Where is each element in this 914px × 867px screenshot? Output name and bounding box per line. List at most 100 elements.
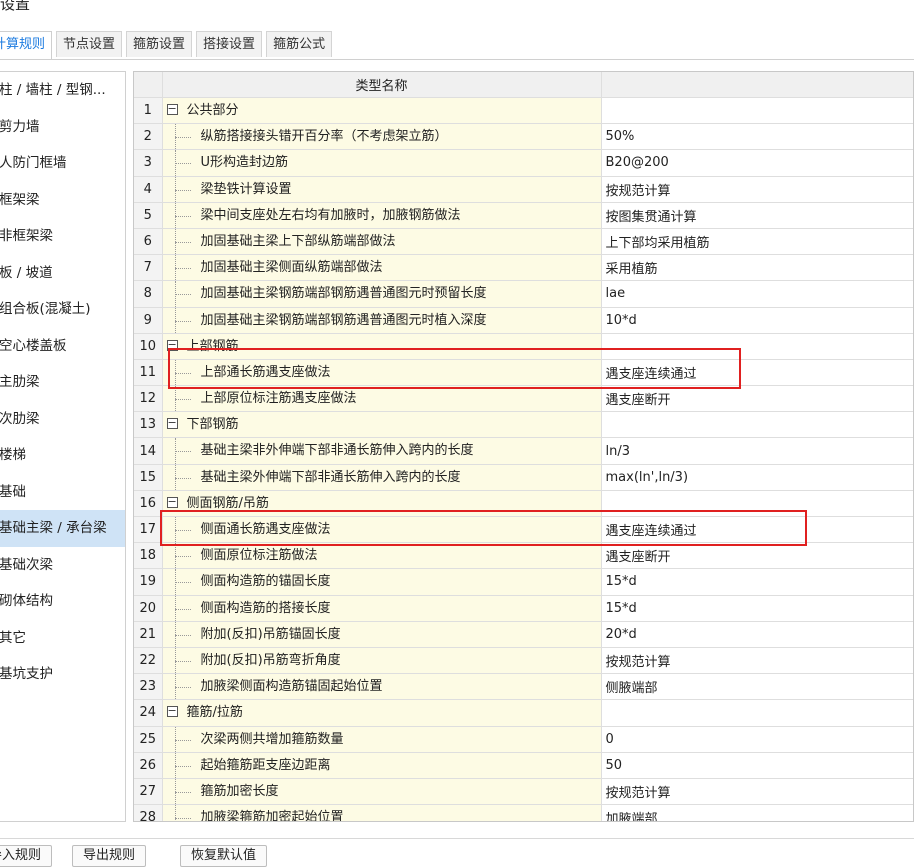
rule-value-cell[interactable]: 按图集贯通计算 xyxy=(601,202,913,229)
sidebar-item[interactable]: 基础 xyxy=(0,474,125,511)
table-row[interactable]: 26 起始箍筋距支座边距离 50 xyxy=(134,752,913,779)
rule-value-cell[interactable]: 遇支座断开 xyxy=(601,542,913,570)
sidebar-item[interactable]: 其它 xyxy=(0,620,125,657)
table-row[interactable]: 14 基础主梁非外伸端下部非通长筋伸入跨内的长度 ln/3 xyxy=(134,437,913,465)
rule-value-cell[interactable]: 50% xyxy=(601,123,913,151)
sidebar-item[interactable]: 非框架梁 xyxy=(0,218,125,255)
sidebar-item[interactable]: 楼梯 xyxy=(0,437,125,474)
rule-value-cell[interactable]: 按规范计算 xyxy=(601,176,913,203)
rule-value-cell[interactable]: 侧腋端部 xyxy=(601,673,913,701)
sidebar-item[interactable]: 基坑支护 xyxy=(0,656,125,693)
table-row[interactable]: 20 侧面构造筋的搭接长度 15*d xyxy=(134,595,913,622)
rule-label: 侧面原位标注筋做法 xyxy=(200,548,318,564)
table-row[interactable]: 15 基础主梁外伸端下部非通长筋伸入跨内的长度 max(ln',ln/3) xyxy=(134,464,913,491)
import-rules-button[interactable]: 导入规则 xyxy=(0,845,53,867)
collapse-icon[interactable]: − xyxy=(166,496,178,508)
rule-name-cell: 附加(反扣)吊筋锚固长度 xyxy=(162,621,602,648)
table-row[interactable]: 18 侧面原位标注筋做法 遇支座断开 xyxy=(134,542,913,570)
table-row[interactable]: 12 上部原位标注筋遇支座做法 遇支座断开 xyxy=(134,385,913,413)
table-row[interactable]: 9 加固基础主梁钢筋端部钢筋遇普通图元时植入深度 10*d xyxy=(134,307,913,334)
tab-stirrup-settings[interactable]: 箍筋设置 xyxy=(126,31,193,57)
table-row[interactable]: 4 梁垫铁计算设置 按规范计算 xyxy=(134,176,913,203)
export-rules-button[interactable]: 导出规则 xyxy=(72,845,147,867)
sidebar-item[interactable]: 框架梁 xyxy=(0,182,125,219)
rule-value-cell[interactable]: 20*d xyxy=(601,621,913,648)
table-row[interactable]: 6 加固基础主梁上下部纵筋端部做法 上下部均采用植筋 xyxy=(134,228,913,256)
sidebar-item[interactable]: 次肋梁 xyxy=(0,401,125,438)
rule-value-cell[interactable]: 15*d xyxy=(601,568,913,596)
row-number: 4 xyxy=(134,176,163,203)
tree-connector xyxy=(174,765,191,767)
sidebar-item[interactable]: 组合板(混凝土) xyxy=(0,291,125,328)
rule-value-cell[interactable]: 上下部均采用植筋 xyxy=(601,228,913,256)
sidebar-item[interactable]: 基础次梁 xyxy=(0,547,125,584)
sidebar-item[interactable]: 砌体结构 xyxy=(0,583,125,620)
rule-value-cell[interactable] xyxy=(601,699,913,727)
sidebar-item[interactable]: 剪力墙 xyxy=(0,109,125,146)
collapse-icon[interactable]: − xyxy=(166,417,178,430)
rule-value-cell[interactable]: 50 xyxy=(601,752,913,779)
table-row[interactable]: 21 附加(反扣)吊筋锚固长度 20*d xyxy=(134,621,913,648)
table-row[interactable]: 8 加固基础主梁钢筋端部钢筋遇普通图元时预留长度 lae xyxy=(134,280,913,308)
table-row[interactable]: 1− 公共部分 xyxy=(134,97,913,125)
table-row[interactable]: 24− 箍筋/拉筋 xyxy=(134,699,913,727)
collapse-icon[interactable]: − xyxy=(166,339,178,351)
table-row[interactable]: 25 次梁两侧共增加箍筋数量 0 xyxy=(134,726,913,753)
table-row[interactable]: 22 附加(反扣)吊筋弯折角度 按规范计算 xyxy=(134,647,913,675)
rule-value-cell[interactable]: B20@200 xyxy=(601,149,913,177)
table-row[interactable]: 27 箍筋加密长度 按规范计算 xyxy=(134,778,913,806)
tab-lap-settings[interactable]: 搭接设置 xyxy=(196,31,263,57)
sidebar-item[interactable]: 基础主梁 / 承台梁 xyxy=(0,510,125,547)
tree-connector xyxy=(174,634,191,636)
table-row[interactable]: 11 上部通长筋遇支座做法 遇支座连续通过 xyxy=(134,359,913,387)
collapse-icon[interactable]: − xyxy=(166,705,178,718)
tree-connector xyxy=(174,556,191,558)
table-row[interactable]: 19 侧面构造筋的锚固长度 15*d xyxy=(134,568,913,596)
rule-value-cell[interactable]: 按规范计算 xyxy=(601,647,913,675)
rule-value-cell[interactable]: 加腋端部 xyxy=(601,804,913,821)
sidebar-item[interactable]: 板 / 坡道 xyxy=(0,255,125,292)
rule-value-cell[interactable]: 0 xyxy=(601,726,913,753)
rule-value-cell[interactable]: max(ln',ln/3) xyxy=(601,464,913,491)
table-row[interactable]: 3 U形构造封边筋 B20@200 xyxy=(134,149,913,177)
rule-value-cell[interactable]: 按规范计算 xyxy=(601,778,913,806)
rule-value-cell[interactable]: 15*d xyxy=(601,595,913,622)
restore-defaults-button[interactable]: 恢复默认值 xyxy=(180,845,268,867)
sidebar-item[interactable]: 人防门框墙 xyxy=(0,145,125,182)
row-number: 20 xyxy=(134,595,163,622)
table-row[interactable]: 2 纵筋搭接接头错开百分率（不考虑架立筋） 50% xyxy=(134,123,913,151)
collapse-icon[interactable]: − xyxy=(166,103,178,115)
rule-value-cell[interactable]: ln/3 xyxy=(601,437,913,465)
column-header-type-name: 类型名称 xyxy=(162,72,602,98)
rule-value-cell[interactable]: 遇支座断开 xyxy=(601,385,913,413)
table-row[interactable]: 28 加腋梁箍筋加密起始位置 加腋端部 xyxy=(134,804,913,821)
rule-value-cell[interactable]: lae xyxy=(601,280,913,308)
rule-value-cell[interactable]: 遇支座连续通过 xyxy=(601,359,913,387)
sidebar-item[interactable]: 柱 / 墙柱 / 型钢... xyxy=(0,72,125,109)
table-row[interactable]: 10− 上部钢筋 xyxy=(134,333,913,360)
sidebar-item[interactable]: 空心楼盖板 xyxy=(0,328,125,365)
rules-grid[interactable]: 类型名称 1− 公共部分 2 纵筋搭接接头错开百分率（不考虑架立筋） 50% 3 U形构造封… xyxy=(133,71,914,822)
rule-value-cell[interactable]: 遇支座连续通过 xyxy=(601,516,913,544)
tab-stirrup-formula[interactable]: 箍筋公式 xyxy=(266,31,333,57)
group-label: 上部钢筋 xyxy=(186,338,239,354)
tab-node-settings[interactable]: 节点设置 xyxy=(56,31,123,57)
table-row[interactable]: 23 加腋梁侧面构造筋锚固起始位置 侧腋端部 xyxy=(134,673,913,701)
table-row[interactable]: 17 侧面通长筋遇支座做法 遇支座连续通过 xyxy=(134,516,913,544)
tab-calc-rules[interactable]: 计算规则 xyxy=(0,31,53,60)
rule-value-cell[interactable] xyxy=(601,333,913,360)
tree-connector xyxy=(174,372,191,374)
table-row[interactable]: 16− 侧面钢筋/吊筋 xyxy=(134,490,913,518)
tree-connector xyxy=(174,791,191,793)
table-row[interactable]: 5 梁中间支座处左右均有加腋时，加腋钢筋做法 按图集贯通计算 xyxy=(134,202,913,229)
table-row[interactable]: 13− 下部钢筋 xyxy=(134,411,913,439)
table-row[interactable]: 7 加固基础主梁侧面纵筋端部做法 采用植筋 xyxy=(134,254,913,282)
component-list[interactable]: 柱 / 墙柱 / 型钢... 剪力墙 人防门框墙 框架梁 非框架梁板 / 坡道 组合板(混… xyxy=(0,71,126,822)
rule-value-cell[interactable]: 10*d xyxy=(601,307,913,334)
rule-value-cell[interactable] xyxy=(601,411,913,439)
sidebar-item[interactable]: 主肋梁 xyxy=(0,364,125,401)
rule-value-cell[interactable] xyxy=(601,97,913,125)
group-label: 下部钢筋 xyxy=(186,417,239,433)
rule-value-cell[interactable] xyxy=(601,490,913,518)
rule-value-cell[interactable]: 采用植筋 xyxy=(601,254,913,282)
